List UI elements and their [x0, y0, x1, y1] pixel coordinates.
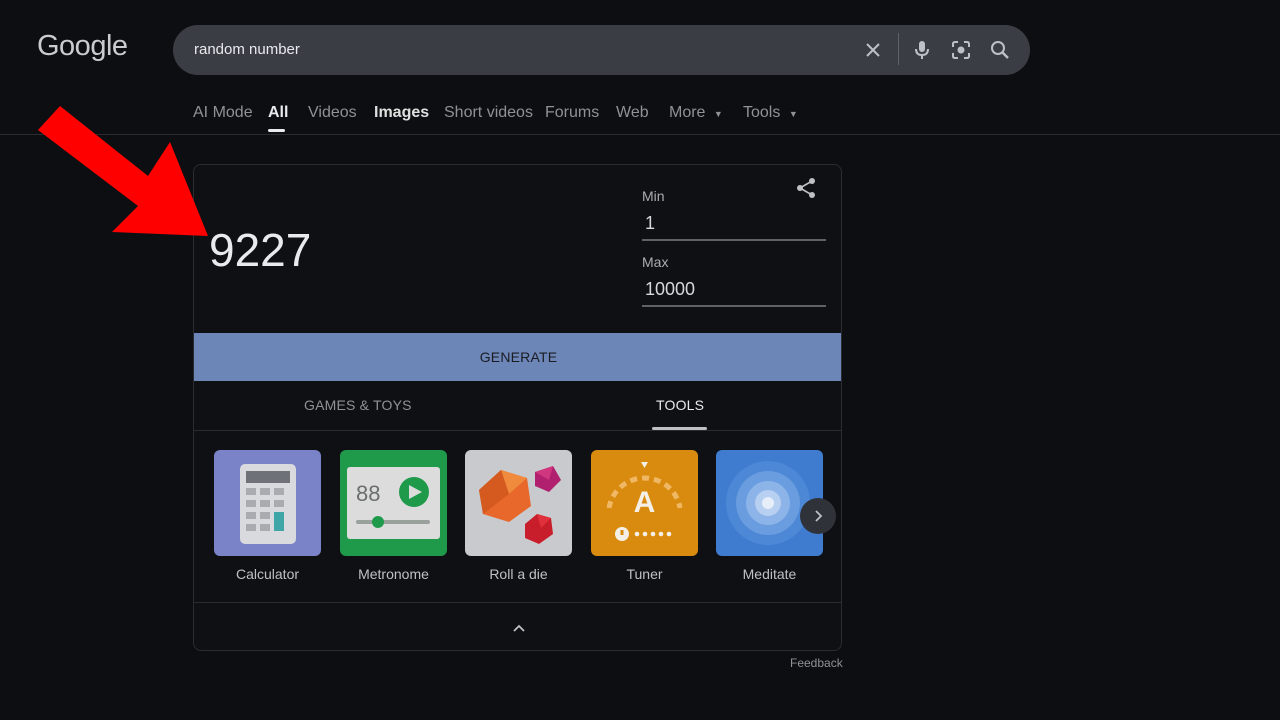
tab-tools-category[interactable]: TOOLS	[656, 397, 704, 413]
tab-games-and-toys[interactable]: GAMES & TOYS	[304, 397, 412, 413]
chevron-up-icon[interactable]	[510, 619, 528, 637]
tab-images[interactable]: Images	[374, 104, 429, 122]
metronome-display: 88	[356, 481, 381, 506]
annotation-arrow-icon	[38, 106, 208, 236]
tab-forums[interactable]: Forums	[545, 104, 599, 122]
google-logo[interactable]: Google	[37, 30, 128, 63]
generate-button[interactable]: GENERATE	[194, 333, 841, 381]
random-number-result: 9227	[209, 224, 312, 276]
max-input-underline	[642, 305, 826, 307]
caret-down-icon: ▼	[788, 109, 798, 119]
tab-videos[interactable]: Videos	[308, 104, 357, 122]
tab-tools-label: Tools	[743, 104, 781, 121]
carousel-next-button[interactable]	[800, 498, 836, 534]
search-input[interactable]: random number	[194, 41, 300, 58]
camera-lens-icon[interactable]	[949, 38, 973, 62]
share-icon[interactable]	[795, 177, 817, 199]
tab-short-videos[interactable]: Short videos	[444, 104, 533, 122]
tool-calculator[interactable]: Calculator	[214, 450, 321, 582]
max-input[interactable]: 10000	[645, 279, 695, 300]
tuner-icon: A	[591, 450, 698, 556]
tool-label: Calculator	[235, 566, 300, 582]
tab-web[interactable]: Web	[616, 104, 649, 122]
microphone-icon[interactable]	[910, 38, 934, 62]
tool-label: Meditate	[742, 566, 797, 582]
random-number-card: 9227 Min 1 Max 10000 GENERATE GAMES & TO…	[193, 164, 842, 651]
card-footer-divider	[194, 602, 841, 603]
min-input[interactable]: 1	[645, 213, 655, 234]
search-bar[interactable]: random number	[173, 25, 1030, 75]
max-label: Max	[642, 254, 669, 270]
min-input-underline	[642, 239, 826, 241]
feedback-link[interactable]: Feedback	[790, 656, 843, 670]
search-icon[interactable]	[988, 38, 1012, 62]
active-tab-indicator	[268, 129, 285, 132]
calculator-icon	[214, 450, 321, 556]
tool-metronome[interactable]: 88 Metronome	[340, 450, 447, 582]
min-label: Min	[642, 188, 665, 204]
caret-down-icon: ▼	[713, 109, 723, 119]
tool-label: Tuner	[626, 566, 663, 582]
chevron-right-icon	[815, 510, 823, 522]
tool-label: Metronome	[358, 566, 429, 582]
metronome-icon: 88	[340, 450, 447, 556]
category-divider	[194, 430, 841, 431]
tab-tools[interactable]: Tools ▼	[743, 104, 798, 122]
tab-more[interactable]: More ▼	[669, 104, 723, 122]
tool-label: Roll a die	[489, 566, 548, 582]
dice-icon	[465, 450, 572, 556]
tool-roll-a-die[interactable]: Roll a die	[465, 450, 572, 582]
close-icon[interactable]	[861, 38, 885, 62]
tool-tuner[interactable]: A Tuner	[591, 450, 698, 582]
tuner-note: A	[633, 486, 656, 519]
search-divider	[898, 33, 899, 65]
tab-more-label: More	[669, 104, 706, 121]
tab-all[interactable]: All	[268, 104, 288, 122]
